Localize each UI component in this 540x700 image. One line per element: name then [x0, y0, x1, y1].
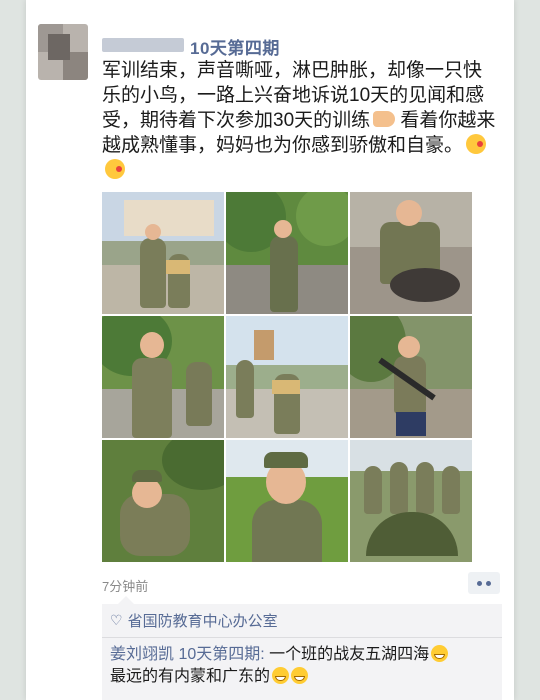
photo-boy-portrait-cap[interactable]: [226, 440, 348, 562]
more-dot-icon: [486, 580, 491, 586]
photo-tree: [162, 440, 224, 490]
more-dot-icon: [477, 580, 482, 586]
face-blowing-kiss-emoji-icon: [466, 134, 487, 154]
photo-face: [132, 478, 162, 508]
photo-person: [186, 362, 212, 426]
photo-basin: [390, 268, 460, 302]
photo-tent: [366, 512, 458, 556]
avatar-pixel: [48, 34, 70, 60]
photo-boy-with-basin[interactable]: [350, 192, 472, 314]
comments-caret: [118, 596, 134, 604]
photo-cap: [132, 470, 162, 482]
comment-text: 一个班的战友五湖四海: [264, 646, 430, 663]
photo-face: [274, 220, 292, 238]
photo-boys-in-camouflage[interactable]: [102, 316, 224, 438]
likes-row: ♡ 省国防教育中心办公室: [110, 610, 278, 631]
photo-certificate-with-instructor[interactable]: [102, 192, 224, 314]
photo-person: [416, 462, 434, 514]
comment-item[interactable]: 姜刘翊凯 10天第四期: 一个班的战友五湖四海最远的有内蒙和广东的: [110, 644, 490, 688]
post-text: 军训结束，声音嘶哑，淋巴肿胀，却像一只快乐的小鸟，一路上兴奋地诉说10天的见闻和…: [102, 58, 498, 183]
grinning-face-emoji-icon: [291, 667, 309, 684]
photo-sky: [226, 316, 348, 365]
more-actions-button[interactable]: [468, 572, 500, 594]
comment-author[interactable]: 姜刘翊凯 10天第四期:: [110, 646, 265, 663]
photo-certificate: [166, 260, 190, 274]
comments-divider: [102, 637, 502, 638]
photo-person: [132, 358, 172, 438]
post-title[interactable]: 10天第四期: [190, 34, 280, 59]
face-blowing-kiss-emoji-icon: [105, 159, 125, 179]
photo-person: [236, 360, 254, 418]
photo-person: [390, 462, 408, 514]
photo-person: [364, 466, 382, 514]
comment-text-line2: 最远的有内蒙和广东的: [110, 668, 271, 685]
photo-person: [270, 236, 298, 312]
moments-post-card: 10天第四期 军训结束，声音嘶哑，淋巴肿胀，却像一只快乐的小鸟，一路上兴奋地诉说…: [26, 0, 514, 700]
photo-person: [140, 238, 166, 308]
photo-person: [442, 466, 460, 514]
photo-face: [396, 200, 422, 226]
background-left: [0, 0, 26, 700]
photo-shorts: [396, 412, 426, 436]
photo-person: [252, 500, 322, 562]
comments-panel: ♡ 省国防教育中心办公室 姜刘翊凯 10天第四期: 一个班的战友五湖四海最远的有…: [102, 596, 502, 700]
grinning-face-emoji-icon: [272, 667, 290, 684]
photo-boy-lying-in-grass[interactable]: [102, 440, 224, 562]
photo-certificate: [272, 380, 300, 394]
photo-tree: [296, 192, 348, 246]
photo-boy-saluting-park[interactable]: [226, 192, 348, 314]
photo-boy-with-rifle[interactable]: [350, 316, 472, 438]
photo-building: [124, 200, 214, 236]
photo-cap: [264, 452, 308, 468]
photo-group-certificate[interactable]: [226, 316, 348, 438]
author-name-blurred[interactable]: [102, 38, 184, 52]
grinning-face-emoji-icon: [431, 645, 449, 662]
liker-name[interactable]: 省国防教育中心办公室: [128, 610, 278, 631]
photo-grid: [102, 192, 472, 562]
flexed-biceps-emoji-icon: [373, 111, 396, 127]
photo-tower: [254, 330, 274, 360]
post-timestamp: 7分钟前: [102, 579, 149, 594]
avatar[interactable]: [38, 24, 88, 80]
photo-face: [398, 336, 420, 358]
photo-face: [140, 332, 164, 358]
heart-icon: ♡: [110, 612, 123, 628]
background-right: [514, 0, 540, 700]
photo-group-with-tent[interactable]: [350, 440, 472, 562]
photo-face: [145, 224, 161, 240]
